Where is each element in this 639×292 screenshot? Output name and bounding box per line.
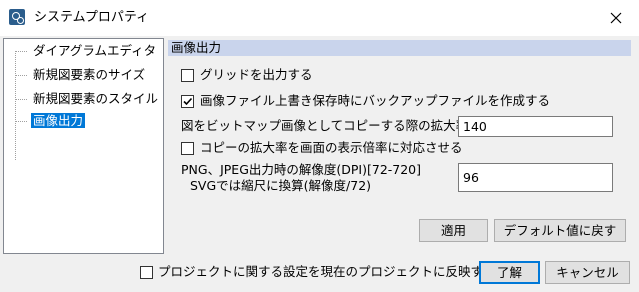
close-button[interactable]	[593, 0, 639, 36]
apply-button[interactable]: 適用	[419, 219, 488, 242]
sync-zoom-checkbox[interactable]	[181, 142, 194, 155]
tree-branch	[15, 51, 27, 52]
dpi-label-line2: SVGでは縮尺に換算(解像度/72)	[190, 178, 372, 193]
grid-output-checkbox[interactable]	[181, 69, 194, 82]
reflect-project-checkbox[interactable]	[140, 266, 153, 279]
scale-input[interactable]	[458, 116, 613, 137]
category-tree[interactable]: ダイアグラムエディタ 新規図要素のサイズ 新規図要素のスタイル 画像出力	[3, 38, 164, 254]
tree-branch	[15, 121, 27, 122]
tree-item-new-element-size[interactable]: 新規図要素のサイズ	[15, 66, 147, 84]
ok-button[interactable]: 了解	[479, 261, 540, 284]
app-logo-icon	[9, 9, 25, 25]
tree-branch	[15, 75, 27, 76]
tree-item-label: ダイアグラムエディタ	[33, 43, 157, 58]
backup-label: 画像ファイル上書き保存時にバックアップファイルを作成する	[200, 93, 551, 108]
grid-output-label: グリッドを出力する	[200, 67, 313, 82]
close-icon	[610, 12, 622, 24]
window-title: システムプロパティ	[34, 10, 150, 25]
tree-item-label: 新規図要素のスタイル	[33, 91, 159, 106]
dpi-input[interactable]	[458, 163, 613, 192]
cancel-button[interactable]: キャンセル	[545, 261, 630, 284]
reflect-project-label: プロジェクトに関する設定を現在のプロジェクトに反映する	[158, 264, 496, 279]
tree-item-label: 画像出力	[31, 113, 86, 128]
checkmark-icon	[183, 97, 193, 106]
dpi-label-line1: PNG、JPEG出力時の解像度(DPI)[72-720]	[181, 162, 422, 177]
section-title: 画像出力	[168, 40, 631, 56]
reset-default-button[interactable]: デフォルト値に戻す	[494, 219, 626, 242]
tree-item-diagram-editor[interactable]: ダイアグラムエディタ	[15, 42, 158, 60]
tree-branch	[15, 99, 27, 100]
backup-checkbox[interactable]	[181, 95, 194, 108]
sync-zoom-label: コピーの拡大率を画面の表示倍率に対応させる	[200, 140, 463, 155]
tree-item-new-element-style[interactable]: 新規図要素のスタイル	[15, 90, 160, 108]
scale-label: 図をビットマップ画像としてコピーする際の拡大率(%)	[181, 118, 490, 133]
title-bar: システムプロパティ	[0, 0, 639, 36]
tree-item-label: 新規図要素のサイズ	[33, 67, 146, 82]
tree-item-image-output[interactable]: 画像出力	[15, 112, 86, 130]
